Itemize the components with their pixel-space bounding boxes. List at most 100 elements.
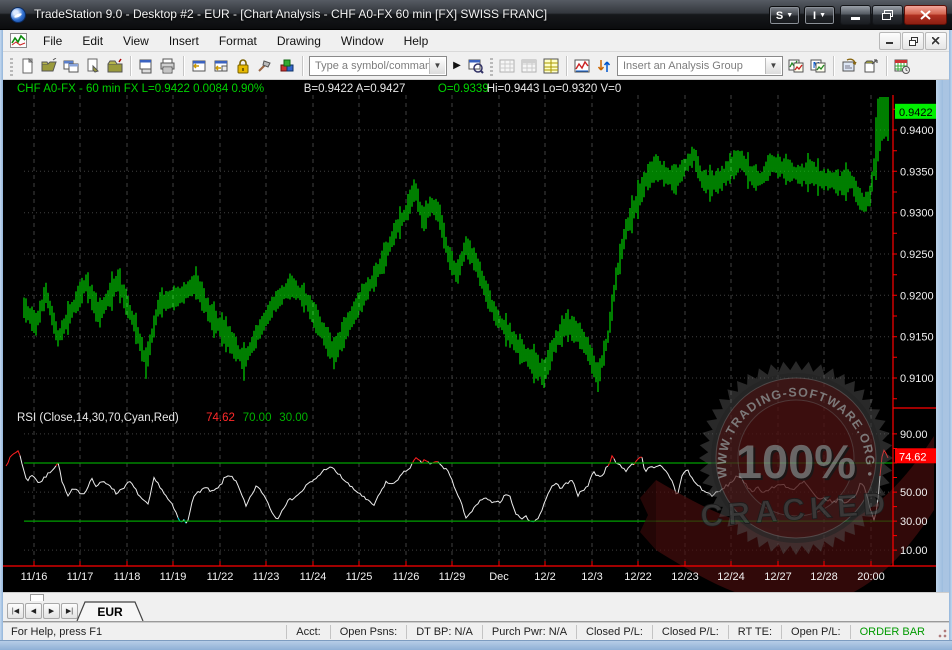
status-field: Closed P/L:	[576, 625, 652, 639]
new-workspace-icon[interactable]	[16, 55, 38, 77]
tab-nav-2[interactable]: ▶	[43, 603, 60, 619]
menu-view[interactable]: View	[113, 32, 159, 50]
date-tick-label: 12/2	[534, 571, 555, 583]
date-tick-label: 12/3	[581, 571, 602, 583]
toolbar-separator	[302, 56, 303, 76]
lock-icon[interactable]	[232, 55, 254, 77]
menu-insert[interactable]: Insert	[159, 32, 209, 50]
tab-nav-1[interactable]: ◀	[25, 603, 42, 619]
toolbar-grip[interactable]	[10, 56, 13, 76]
toolbar-separator	[566, 56, 567, 76]
import-workspace-icon[interactable]	[104, 55, 126, 77]
format-tools-icon[interactable]	[254, 55, 276, 77]
date-tick-label: 20:00	[857, 571, 885, 583]
send-to-window-icon[interactable]	[860, 55, 882, 77]
menu-bar: FileEditViewInsertFormatDrawingWindowHel…	[3, 30, 949, 52]
date-tick-label: 12/24	[717, 571, 745, 583]
chart-header-text: O=0.9339	[438, 83, 489, 95]
rsi-tick-label: 10.00	[900, 545, 928, 557]
date-tick-label: 12/22	[624, 571, 652, 583]
rsi-label-text: 70.00	[243, 412, 272, 424]
child-restore-button[interactable]	[902, 32, 924, 50]
date-tick-label: 11/26	[393, 571, 420, 583]
print-icon[interactable]	[157, 55, 179, 77]
toolbar-grip[interactable]	[490, 56, 493, 76]
menu-window[interactable]: Window	[331, 32, 394, 50]
chevron-down-icon[interactable]: ▼	[765, 58, 781, 74]
app-logo-icon	[10, 7, 26, 23]
quote-grid-icon[interactable]	[540, 55, 562, 77]
insert-study-icon[interactable]: M	[807, 55, 829, 77]
price-tick-label: 0.9300	[900, 208, 934, 220]
chart-header-text: Hi=0.9443 Lo=0.9320 V=0	[487, 83, 622, 95]
status-field: DT BP: N/A	[406, 625, 482, 639]
status-field: Purch Pwr: N/A	[482, 625, 576, 639]
resize-grip[interactable]	[934, 625, 948, 639]
analysis-group-combobox[interactable]: Insert an Analysis Group ▼	[617, 56, 783, 76]
child-close-button[interactable]	[925, 32, 947, 50]
chart-analysis-icon[interactable]	[571, 55, 593, 77]
indicator-menu-button[interactable]: I ▼	[804, 6, 835, 25]
pane-splitter-strip	[3, 592, 949, 601]
analysis-combo-value: Insert an Analysis Group	[623, 60, 743, 72]
toolbar-separator	[886, 56, 887, 76]
restore-button[interactable]	[872, 5, 903, 25]
price-tick-label: 0.9200	[900, 290, 934, 302]
status-field: Open Psns:	[330, 625, 406, 639]
menu-drawing[interactable]: Drawing	[267, 32, 331, 50]
order-bar-toggle[interactable]: ORDER BAR	[850, 625, 934, 639]
send-to-chart-icon[interactable]	[838, 55, 860, 77]
symbol-go-button[interactable]: ▶	[449, 56, 465, 76]
close-button[interactable]	[904, 5, 947, 25]
chart-header-text: CHF A0-FX - 60 min FX L=0.9422 0.0084 0.…	[17, 83, 264, 95]
next-window-icon[interactable]	[210, 55, 232, 77]
insert-analysis-icon[interactable]	[785, 55, 807, 77]
rsi-label-text: RSI (Close,14,30,70,Cyan,Red)	[17, 412, 179, 424]
title-bar[interactable]: TradeStation 9.0 - Desktop #2 - EUR - [C…	[0, 0, 952, 30]
sort-updown-icon[interactable]	[593, 55, 615, 77]
save-page-icon[interactable]	[82, 55, 104, 77]
price-tick-label: 0.9150	[900, 332, 934, 344]
menu-items: FileEditViewInsertFormatDrawingWindowHel…	[33, 30, 438, 52]
previous-window-icon[interactable]	[188, 55, 210, 77]
menu-file[interactable]: File	[33, 32, 72, 50]
rsi-tick-label: 90.00	[900, 429, 928, 441]
date-tick-label: 11/18	[114, 571, 141, 583]
print-preview-icon[interactable]	[135, 55, 157, 77]
date-tick-label: 11/24	[300, 571, 327, 583]
rsi-tick-label: 30.00	[900, 516, 928, 528]
date-tick-label: 11/22	[207, 571, 234, 583]
svg-text:100%: 100%	[736, 435, 856, 488]
tab-nav-0[interactable]: |◀	[7, 603, 24, 619]
menu-edit[interactable]: Edit	[72, 32, 113, 50]
strategy-menu-button[interactable]: S ▼	[769, 6, 800, 25]
price-tick-label: 0.9400	[900, 125, 934, 137]
status-field: RT TE:	[728, 625, 781, 639]
date-tick-label: 11/23	[253, 571, 280, 583]
symbol-command-combobox[interactable]: Type a symbol/command▼	[309, 56, 447, 76]
toolbar-separator	[130, 56, 131, 76]
last-price-badge: 0.9422	[899, 107, 933, 119]
grid-window-icon	[496, 55, 518, 77]
child-minimize-button[interactable]	[879, 32, 901, 50]
menu-help[interactable]: Help	[394, 32, 439, 50]
symbol-lookup-icon[interactable]	[465, 55, 487, 77]
toolbar: Type a symbol/command▼▶ Insert an Analysi…	[3, 52, 949, 80]
open-workspace-icon[interactable]	[38, 55, 60, 77]
chart-header-text: B=0.9422 A=0.9427	[304, 83, 406, 95]
minimize-button[interactable]	[840, 5, 871, 25]
status-help-text: For Help, press F1	[3, 626, 286, 638]
tab-eur[interactable]: EUR	[75, 601, 153, 622]
rsi-label-text: 30.00	[279, 412, 308, 424]
date-tick-label: 12/27	[764, 571, 792, 583]
chart-right-scroll-strip[interactable]	[936, 80, 943, 592]
copy-window-icon[interactable]	[60, 55, 82, 77]
tradestation-window: TradeStation 9.0 - Desktop #2 - EUR - [C…	[0, 0, 952, 650]
chart-area[interactable]: WWW.TRADING-SOFTWARE.ORG •100%100%CRACKE…	[3, 80, 943, 592]
chart-analysis-window-icon	[10, 33, 27, 48]
chevron-down-icon[interactable]: ▼	[429, 58, 445, 74]
session-calendar-icon[interactable]	[891, 55, 913, 77]
menu-format[interactable]: Format	[209, 32, 267, 50]
price-tick-label: 0.9350	[900, 166, 934, 178]
workspace-objects-icon[interactable]	[276, 55, 298, 77]
